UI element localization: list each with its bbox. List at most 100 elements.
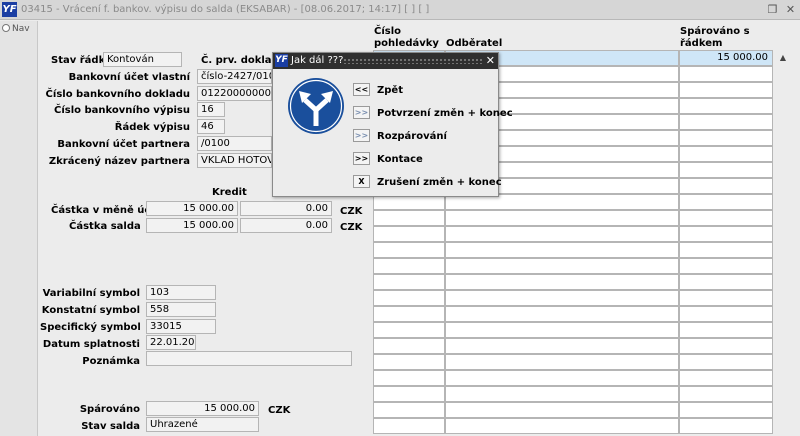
grid-cell-odberatel[interactable]	[445, 370, 679, 386]
grid-cell-sparovano[interactable]: 15 000.00	[679, 50, 773, 66]
grid-cell-cislo-pohledavky[interactable]	[373, 354, 445, 370]
grid-cell-odberatel[interactable]	[445, 354, 679, 370]
grid-cell-odberatel[interactable]	[445, 418, 679, 434]
grid-cell-sparovano[interactable]	[679, 98, 773, 114]
grid-cell-sparovano[interactable]	[679, 258, 773, 274]
variabilni-symbol-label: Variabilní symbol	[42, 288, 140, 299]
grid-cell-cislo-pohledavky[interactable]	[373, 210, 445, 226]
datum-splatnosti-label: Datum splatnosti	[42, 339, 140, 350]
sparovano-label: Spárováno	[79, 404, 140, 415]
grid-cell-sparovano[interactable]	[679, 226, 773, 242]
nav-icon	[2, 24, 10, 32]
radek-vypisu-field[interactable]: 46	[197, 119, 225, 134]
grid-cell-sparovano[interactable]	[679, 130, 773, 146]
sparovano-currency: CZK	[268, 405, 291, 416]
grid-cell-odberatel[interactable]	[445, 402, 679, 418]
grid-cell-sparovano[interactable]	[679, 242, 773, 258]
grid-cell-cislo-pohledavky[interactable]	[373, 290, 445, 306]
scroll-up-icon[interactable]: ▲	[776, 51, 790, 65]
grid-cell-cislo-pohledavky[interactable]	[373, 338, 445, 354]
grid-cell-cislo-pohledavky[interactable]	[373, 242, 445, 258]
grid-cell-cislo-pohledavky[interactable]	[373, 258, 445, 274]
grid-cell-odberatel[interactable]	[445, 242, 679, 258]
nav-button[interactable]: Nav	[2, 24, 30, 34]
rozparovani-label[interactable]: Rozpárování	[377, 131, 447, 142]
grid-cell-cislo-pohledavky[interactable]	[373, 386, 445, 402]
grid-cell-odberatel[interactable]	[445, 258, 679, 274]
radek-vypisu-label: Řádek výpisu	[114, 122, 190, 133]
grid-cell-cislo-pohledavky[interactable]	[373, 418, 445, 434]
grid-cell-odberatel[interactable]	[445, 210, 679, 226]
castka-v-mene-uctu-currency: CZK	[340, 206, 363, 217]
grid-cell-sparovano[interactable]	[679, 402, 773, 418]
grid-column-sparovano: 15 000.00	[679, 50, 773, 436]
sparovano-field[interactable]: 15 000.00	[146, 401, 259, 416]
grid-cell-sparovano[interactable]	[679, 306, 773, 322]
grid-cell-sparovano[interactable]	[679, 194, 773, 210]
grid-cell-sparovano[interactable]	[679, 162, 773, 178]
grid-cell-sparovano[interactable]	[679, 146, 773, 162]
grid-cell-sparovano[interactable]	[679, 290, 773, 306]
close-icon[interactable]: ✕	[784, 3, 797, 16]
grid-cell-cislo-pohledavky[interactable]	[373, 322, 445, 338]
bankovni-ucet-vlastni-field[interactable]: číslo-2427/0100	[197, 69, 272, 84]
grid-cell-sparovano[interactable]	[679, 354, 773, 370]
specificky-symbol-field[interactable]: 33015	[146, 319, 216, 334]
grid-cell-odberatel[interactable]	[445, 322, 679, 338]
restore-icon[interactable]: ❐	[766, 3, 779, 16]
kredit-header: Kredit	[212, 187, 247, 198]
poznamka-field[interactable]	[146, 351, 352, 366]
variabilni-symbol-field[interactable]: 103	[146, 285, 216, 300]
grid-cell-cislo-pohledavky[interactable]	[373, 306, 445, 322]
grid-cell-odberatel[interactable]	[445, 290, 679, 306]
zpet-label[interactable]: Zpět	[377, 85, 403, 96]
zruseni-label[interactable]: Zrušení změn + konec	[377, 177, 502, 188]
stav-radku-field[interactable]: Kontován	[103, 52, 182, 67]
grid-cell-odberatel[interactable]	[445, 274, 679, 290]
zpet-key-button[interactable]: <<	[353, 83, 370, 96]
castka-v-mene-uctu-second-field[interactable]: 0.00	[240, 201, 332, 216]
kontace-key-button[interactable]: >>	[353, 152, 370, 165]
grid-cell-odberatel[interactable]	[445, 226, 679, 242]
cislo-bankovniho-vypisu-field[interactable]: 16	[197, 102, 225, 117]
castka-salda-second-field[interactable]: 0.00	[240, 218, 332, 233]
grid-cell-sparovano[interactable]	[679, 322, 773, 338]
grid-cell-odberatel[interactable]	[445, 386, 679, 402]
grid-cell-sparovano[interactable]	[679, 178, 773, 194]
grid-cell-sparovano[interactable]	[679, 338, 773, 354]
grid-cell-cislo-pohledavky[interactable]	[373, 226, 445, 242]
grid-cell-cislo-pohledavky[interactable]	[373, 274, 445, 290]
close-icon[interactable]: ✕	[486, 53, 495, 69]
potvrzeni-label[interactable]: Potvrzení změn + konec	[377, 108, 513, 119]
grid-cell-sparovano[interactable]	[679, 210, 773, 226]
grid-cell-odberatel[interactable]	[445, 306, 679, 322]
kontace-label[interactable]: Kontace	[377, 154, 423, 165]
grid-cell-sparovano[interactable]	[679, 386, 773, 402]
grid-cell-sparovano[interactable]	[679, 114, 773, 130]
grid-cell-odberatel[interactable]	[445, 338, 679, 354]
rozparovani-key-button[interactable]: >>	[353, 129, 370, 142]
grid-cell-sparovano[interactable]	[679, 370, 773, 386]
fork-road-sign-icon	[288, 78, 344, 134]
specificky-symbol-label: Specifický symbol	[40, 322, 141, 333]
grid-scrollbar[interactable]: ▲	[776, 50, 790, 436]
potvrzeni-key-button[interactable]: >>	[353, 106, 370, 119]
grid-cell-sparovano[interactable]	[679, 66, 773, 82]
castka-salda-kredit-field[interactable]: 15 000.00	[146, 218, 238, 233]
stav-salda-field[interactable]: Uhrazené	[146, 417, 259, 432]
bankovni-ucet-vlastni-label: Bankovní účet vlastní	[68, 72, 190, 83]
konstatni-symbol-field[interactable]: 558	[146, 302, 216, 317]
window-titlebar: YF 03415 - Vrácení f. bankov. výpisu do …	[0, 0, 800, 20]
cislo-bankovniho-dokladu-field[interactable]: 0122000000040	[197, 86, 272, 101]
datum-splatnosti-field[interactable]: 22.01.2014	[146, 335, 196, 350]
grid-cell-sparovano[interactable]	[679, 418, 773, 434]
grid-cell-sparovano[interactable]	[679, 274, 773, 290]
grid-cell-sparovano[interactable]	[679, 82, 773, 98]
bankovni-ucet-partnera-field[interactable]: /0100	[197, 136, 272, 151]
konstatni-symbol-label: Konstatní symbol	[41, 305, 140, 316]
zruseni-key-button[interactable]: X	[353, 175, 370, 188]
castka-v-mene-uctu-kredit-field[interactable]: 15 000.00	[146, 201, 238, 216]
grid-cell-cislo-pohledavky[interactable]	[373, 370, 445, 386]
grid-cell-cislo-pohledavky[interactable]	[373, 402, 445, 418]
zkraceny-nazev-partnera-field[interactable]: VKLAD HOTOVOSTI	[197, 153, 272, 168]
